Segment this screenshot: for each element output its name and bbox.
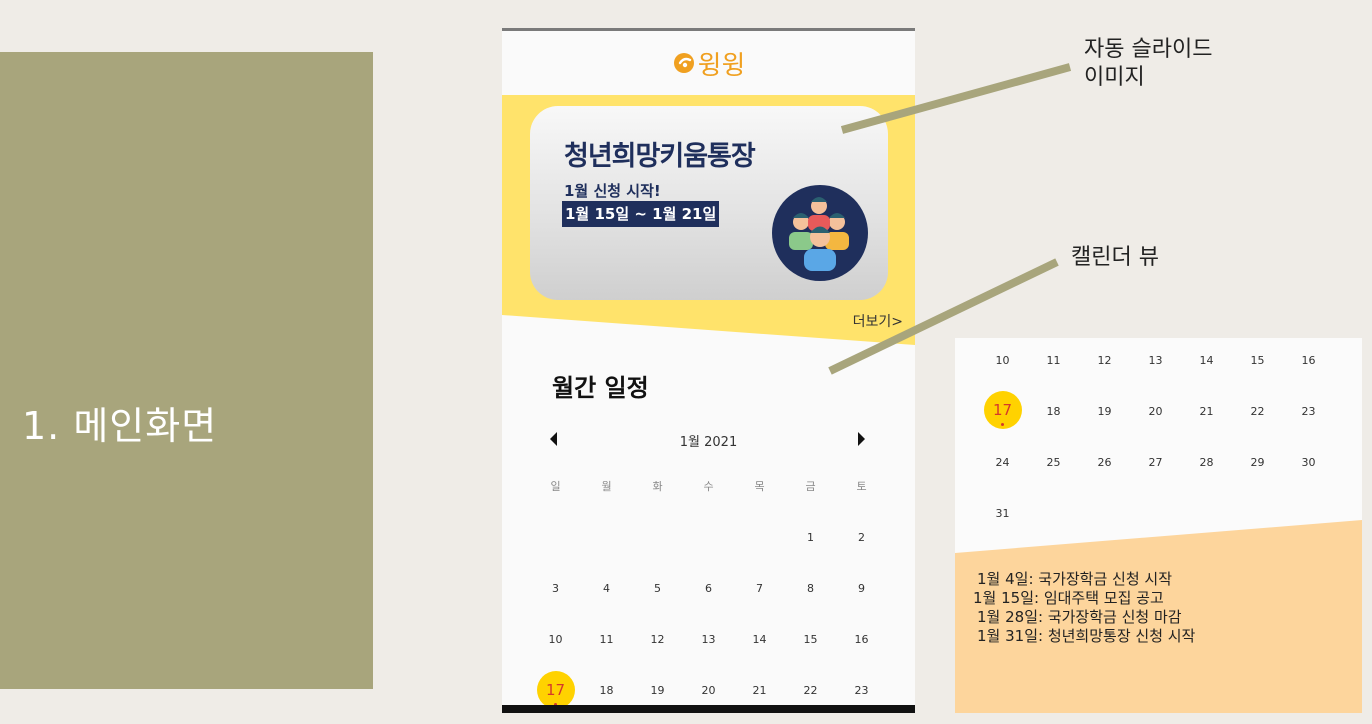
calendar-day[interactable]: 15 (785, 630, 836, 681)
weekday-label: 월 (601, 480, 612, 493)
zoom-week: 31 (977, 503, 1334, 554)
phone-screen: 윙윙 청년희망키움통장 1월 신청 시작! 1월 15일 ~ 1월 21일 더보… (502, 28, 915, 713)
calendar-day[interactable]: 7 (734, 579, 785, 630)
phone-bottom-bar (502, 705, 915, 713)
zoom-today-marker: 17 (983, 391, 1022, 429)
callout-calendar: 캘린더 뷰 (1071, 245, 1159, 270)
slide-title-panel: 1. 메인화면 (0, 52, 373, 689)
zoom-day[interactable] (1232, 503, 1283, 554)
event-item[interactable]: 1월 28일: 국가장학금 신청 마감 (977, 608, 1195, 627)
zoom-day[interactable]: 18 (1028, 401, 1079, 452)
zoom-day[interactable] (1028, 503, 1079, 554)
zoom-day[interactable] (1130, 503, 1181, 554)
zoom-day[interactable]: 29 (1232, 452, 1283, 503)
callout-slider: 자동 슬라이드 이미지 (1084, 36, 1212, 92)
calendar-day[interactable]: 11 (581, 630, 632, 681)
calendar-week: 3 4 5 6 7 8 9 (530, 579, 887, 630)
weekday-label: 토 (856, 480, 867, 493)
zoom-day[interactable]: 27 (1130, 452, 1181, 503)
section-title-monthly: 월간 일정 (552, 374, 649, 402)
zoom-day[interactable]: 14 (1181, 350, 1232, 401)
event-dot-icon (1000, 423, 1004, 426)
zoom-day[interactable]: 28 (1181, 452, 1232, 503)
calendar-day[interactable] (632, 528, 683, 579)
zoom-day[interactable]: 11 (1028, 350, 1079, 401)
calendar-day[interactable] (683, 528, 734, 579)
calendar-day[interactable]: 6 (683, 579, 734, 630)
calendar-day[interactable]: 1 (785, 528, 836, 579)
zoom-day[interactable]: 16 (1283, 350, 1334, 401)
people-group-icon (772, 185, 868, 281)
zoom-week: 10 11 12 13 14 15 16 (977, 350, 1334, 401)
zoom-day[interactable]: 20 (1130, 401, 1181, 452)
calendar-grid: 일 월 화 수 목 금 토 1 2 3 4 5 6 7 8 9 10 11 12… (530, 477, 887, 713)
calendar-week: 10 11 12 13 14 15 16 (530, 630, 887, 681)
zoom-week: 24 25 26 27 28 29 30 (977, 452, 1334, 503)
slide-title: 1. 메인화면 (22, 404, 218, 448)
zoom-day[interactable]: 12 (1079, 350, 1130, 401)
zoom-day[interactable]: 21 (1181, 401, 1232, 452)
event-item[interactable]: 1월 15일: 임대주택 모집 공고 (973, 589, 1195, 608)
zoom-day-today[interactable]: 17 (977, 391, 1028, 452)
zoom-day[interactable] (1181, 503, 1232, 554)
event-list: 1월 4일: 국가장학금 신청 시작 1월 15일: 임대주택 모집 공고 1월… (973, 570, 1195, 646)
banner-slide[interactable]: 청년희망키움통장 1월 신청 시작! 1월 15일 ~ 1월 21일 (530, 106, 888, 300)
calendar-day[interactable]: 14 (734, 630, 785, 681)
calendar-day[interactable]: 12 (632, 630, 683, 681)
zoom-calendar-grid: 10 11 12 13 14 15 16 17 18 19 20 21 22 2… (977, 350, 1334, 554)
banner-subtitle: 1월 신청 시작! (564, 182, 661, 200)
zoom-day[interactable]: 24 (977, 452, 1028, 503)
calendar-day[interactable] (734, 528, 785, 579)
logo-text: 윙윙 (697, 50, 746, 81)
app-header: 윙윙 (502, 31, 915, 95)
event-item[interactable]: 1월 31일: 청년희망통장 신청 시작 (977, 627, 1195, 646)
weekday-label: 목 (754, 480, 765, 493)
more-link[interactable]: 더보기> (853, 311, 903, 331)
zoom-day[interactable] (1283, 503, 1334, 554)
calendar-month-label: 1월 2021 (679, 435, 738, 450)
calendar-day[interactable]: 2 (836, 528, 887, 579)
zoom-day[interactable] (1079, 503, 1130, 554)
zoom-week: 17 18 19 20 21 22 23 (977, 391, 1334, 452)
zoom-day[interactable]: 31 (977, 503, 1028, 554)
weekday-label: 일 (550, 480, 561, 493)
calendar-day[interactable] (581, 528, 632, 579)
zoom-day[interactable]: 15 (1232, 350, 1283, 401)
calendar-day[interactable]: 8 (785, 579, 836, 630)
banner-date-range: 1월 15일 ~ 1월 21일 (562, 201, 720, 227)
zoom-day[interactable]: 25 (1028, 452, 1079, 503)
calendar-zoom-panel: 10 11 12 13 14 15 16 17 18 19 20 21 22 2… (955, 338, 1362, 713)
zoom-day[interactable]: 26 (1079, 452, 1130, 503)
logo-icon (673, 53, 694, 73)
calendar-nav: 1월 2021 (502, 431, 915, 451)
today-marker: 17 (536, 671, 575, 709)
banner-title: 청년희망키움통장 (564, 141, 756, 172)
zoom-day[interactable]: 22 (1232, 401, 1283, 452)
calendar-day[interactable]: 13 (683, 630, 734, 681)
next-month-icon[interactable] (858, 432, 865, 446)
weekday-label: 금 (805, 480, 816, 493)
today-day-number: 17 (545, 681, 566, 699)
calendar-day[interactable] (530, 528, 581, 579)
app-logo[interactable]: 윙윙 (672, 45, 746, 82)
zoom-day[interactable]: 19 (1079, 401, 1130, 452)
zoom-day[interactable]: 23 (1283, 401, 1334, 452)
calendar-week: 1 2 (530, 528, 887, 579)
weekday-label: 수 (703, 480, 714, 493)
weekday-label: 화 (652, 480, 663, 493)
callout-slider-line1: 자동 슬라이드 (1084, 37, 1213, 62)
calendar-day[interactable]: 4 (581, 579, 632, 630)
zoom-day[interactable]: 30 (1283, 452, 1334, 503)
calendar-day[interactable]: 5 (632, 579, 683, 630)
zoom-today-number: 17 (992, 401, 1013, 419)
calendar-day[interactable]: 3 (530, 579, 581, 630)
event-item[interactable]: 1월 4일: 국가장학금 신청 시작 (977, 570, 1195, 589)
callout-slider-line2: 이미지 (1084, 65, 1145, 90)
calendar-day[interactable]: 16 (836, 630, 887, 681)
zoom-day[interactable]: 13 (1130, 350, 1181, 401)
weekday-header: 일 월 화 수 목 금 토 (530, 477, 887, 528)
calendar-day[interactable]: 9 (836, 579, 887, 630)
